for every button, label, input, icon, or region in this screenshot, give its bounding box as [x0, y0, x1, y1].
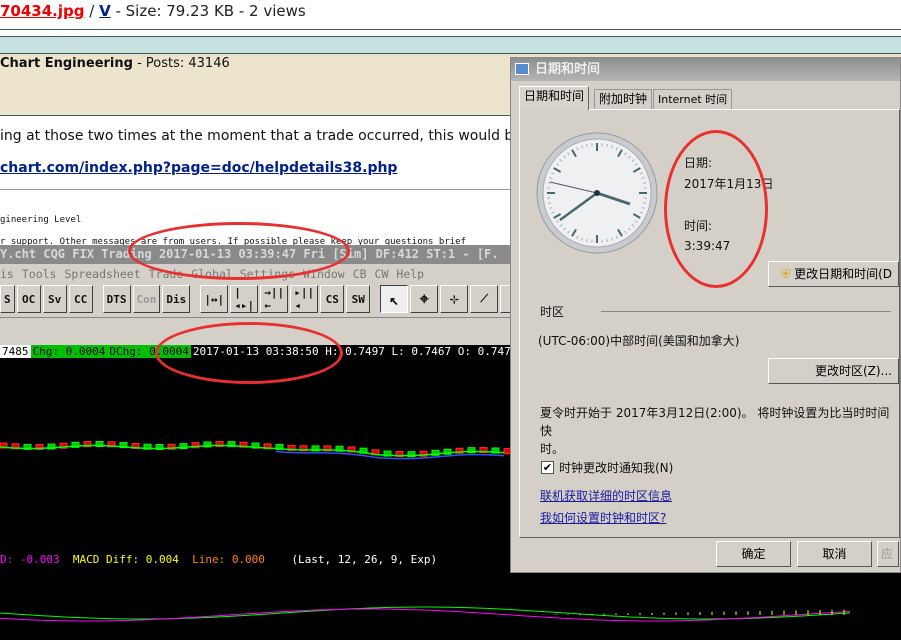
- separator: /: [85, 2, 100, 20]
- menu-item[interactable]: CB: [353, 267, 367, 281]
- divider: [0, 317, 510, 318]
- clock-tick: [587, 239, 588, 242]
- annotation-ellipse: [155, 322, 343, 384]
- author-name: Chart Engineering: [0, 56, 133, 71]
- image-meta: - Size: 79.23 KB - 2 views: [111, 2, 306, 20]
- timezone-value: (UTC-06:00)中部时间(美国和加拿大): [538, 332, 739, 349]
- annotation-ellipse: [664, 130, 768, 288]
- calendar-icon: [515, 63, 529, 75]
- macd-legend: D: -0.003 MACD Diff: 0.004 Line: 0.000 (…: [0, 553, 437, 566]
- menu-item[interactable]: Spreadsheet: [64, 267, 140, 281]
- expand-bold-icon[interactable]: |◂▸|: [230, 285, 258, 313]
- cancel-button[interactable]: 取消: [797, 541, 872, 567]
- compress-icon[interactable]: →||←: [260, 285, 288, 313]
- macd-value: D: -0.003: [0, 553, 60, 566]
- menu-item[interactable]: Tools: [22, 267, 57, 281]
- timezone-info-link[interactable]: 联机获取详细的时区信息: [540, 487, 672, 504]
- dst-info-block: 夏令时开始于 2017年3月12日(2:00)。 将时钟设置为比当时时间快 时。: [540, 404, 892, 458]
- button-label: 更改日期和时间(D: [794, 267, 892, 281]
- dst-info: 夏令时开始于 2017年3月12日(2:00)。 将时钟设置为比当时时间快: [540, 406, 889, 438]
- menu-item[interactable]: CW: [375, 267, 389, 281]
- clock-tick: [548, 203, 551, 204]
- tab-internet-time[interactable]: Internet 时间: [653, 89, 732, 109]
- post-count: - Posts: 43146: [133, 56, 230, 71]
- clock-tick: [643, 203, 646, 204]
- how-to-set-clock-link[interactable]: 我如何设置时钟和时区?: [540, 509, 666, 526]
- help-link[interactable]: chart.com/index.php?page=doc/helpdetails…: [0, 160, 397, 176]
- notify-checkbox[interactable]: ✔: [541, 461, 554, 474]
- dialog-title: 日期和时间: [511, 58, 900, 81]
- divider: [601, 311, 891, 312]
- expand-icon[interactable]: |↔|: [200, 285, 228, 313]
- toolbar-button[interactable]: S: [0, 285, 15, 313]
- menu-item[interactable]: Help: [396, 267, 424, 281]
- annotation-ellipse: [128, 222, 350, 280]
- ok-button[interactable]: 确定: [716, 541, 791, 567]
- pointer-icon[interactable]: ↖: [380, 285, 408, 313]
- horizontal-line-icon[interactable]: ⊹: [440, 285, 468, 313]
- crosshair-icon[interactable]: ⌖: [410, 285, 438, 313]
- tab-date-time[interactable]: 日期和时间: [519, 86, 589, 110]
- change-timezone-button[interactable]: 更改时区(Z)...: [768, 358, 899, 384]
- macd-signal-line: [0, 607, 850, 619]
- toolbar-button[interactable]: Con: [133, 285, 161, 313]
- post-header-band: [0, 36, 901, 54]
- clock-tick: [587, 144, 588, 147]
- macd-line: Line: 0.000: [192, 553, 265, 566]
- cqg-toolbar: S OC Sv CC DTS Con Dis |↔| |◂▸| →||← ▸||…: [0, 285, 528, 315]
- macd-diff: MACD Diff: 0.004: [73, 553, 179, 566]
- v-link[interactable]: V: [99, 2, 111, 20]
- notify-label[interactable]: 时钟更改时通知我(N): [559, 459, 673, 476]
- dst-info-cont: 时。: [540, 440, 892, 458]
- toolbar-button[interactable]: Sv: [43, 285, 67, 313]
- signature-line: gineering Level: [0, 215, 81, 225]
- clock-tick: [643, 183, 646, 184]
- post-text: ing at those two times at the moment tha…: [0, 128, 544, 144]
- toolbar-button[interactable]: SW: [346, 285, 370, 313]
- image-info: 70434.jpg / V - Size: 79.23 KB - 2 views: [0, 2, 306, 20]
- date-time-dialog: 日期和时间 日期和时间 附加时钟 Internet 时间 日期: 2017年1月…: [510, 57, 901, 573]
- tab-additional-clocks[interactable]: 附加时钟: [594, 89, 652, 109]
- change-date-time-button[interactable]: ⛨ 更改日期和时间(D: [768, 261, 899, 287]
- filename-link[interactable]: 70434.jpg: [0, 2, 85, 20]
- macd-params: (Last, 12, 26, 9, Exp): [291, 553, 437, 566]
- shield-icon: ⛨: [781, 267, 790, 281]
- divider: [0, 29, 901, 30]
- toolbar-button[interactable]: CS: [320, 285, 344, 313]
- toolbar-button[interactable]: CC: [69, 285, 93, 313]
- menu-item[interactable]: is: [0, 267, 14, 281]
- compress-bold-icon[interactable]: ▸||◂: [290, 285, 318, 313]
- toolbar-button[interactable]: DTS: [103, 285, 131, 313]
- trendline-icon[interactable]: ⟋: [470, 285, 498, 313]
- clock-tick: [548, 183, 551, 184]
- clock-tick: [607, 144, 608, 147]
- apply-button[interactable]: 应: [877, 541, 899, 567]
- change: Chg: 0.0004: [31, 345, 108, 358]
- clock-tick: [607, 239, 608, 242]
- divider: [0, 189, 510, 190]
- timezone-heading: 时区: [540, 303, 564, 320]
- toolbar-button[interactable]: OC: [17, 285, 41, 313]
- last-price: 7485: [0, 345, 31, 358]
- post-author: Chart Engineering - Posts: 43146: [0, 56, 230, 71]
- toolbar-button[interactable]: Dis: [162, 285, 190, 313]
- analog-clock-icon: [535, 131, 659, 255]
